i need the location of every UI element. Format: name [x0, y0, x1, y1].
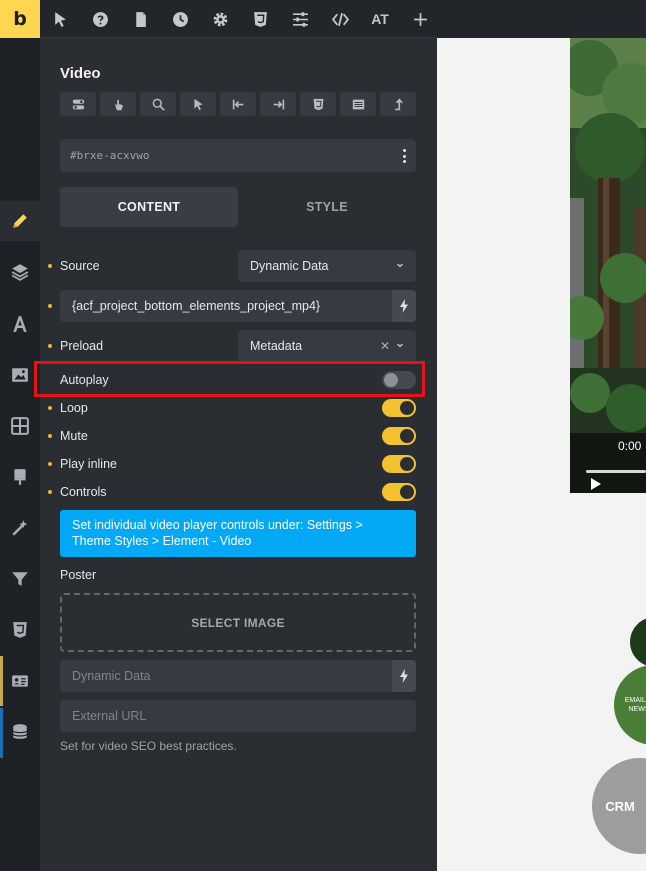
- poster-dynamic-placeholder: Dynamic Data: [72, 669, 151, 683]
- preload-value: Metadata: [250, 339, 303, 353]
- more-options-icon[interactable]: [402, 149, 406, 163]
- magic-wand-icon[interactable]: [0, 508, 40, 548]
- play-icon[interactable]: [591, 478, 601, 490]
- bolt-icon[interactable]: [392, 660, 416, 692]
- external-url-placeholder: External URL: [72, 709, 147, 723]
- seo-help-text: Set for video SEO best practices.: [60, 739, 237, 753]
- element-id-field[interactable]: #brxe-acxvwo: [60, 139, 416, 172]
- source-select[interactable]: Dynamic Data: [238, 250, 416, 282]
- help-icon[interactable]: [80, 0, 120, 38]
- mute-toggle[interactable]: [382, 427, 416, 445]
- video-dynamic-data-field[interactable]: {acf_project_bottom_elements_project_mp4…: [60, 290, 416, 322]
- modified-dot: [48, 264, 52, 268]
- bricks-logo[interactable]: b: [0, 0, 40, 38]
- code-icon[interactable]: [320, 0, 360, 38]
- autoplay-highlight-box: [34, 361, 425, 397]
- chevron-down-icon: [397, 263, 403, 268]
- panel-title: Video: [60, 65, 101, 82]
- element-actions-toolbar: [60, 92, 416, 116]
- id-card-icon[interactable]: [0, 661, 40, 701]
- grid-icon[interactable]: [0, 406, 40, 446]
- video-player[interactable]: [570, 38, 646, 493]
- canvas-preview: 0:00 EMAIL M NEWS CRM: [437, 38, 646, 871]
- advanced-themer-button[interactable]: AT: [360, 0, 400, 38]
- video-time: 0:00: [618, 439, 642, 453]
- modified-dot: [48, 344, 52, 348]
- search-icon[interactable]: [140, 92, 176, 116]
- chevron-down-icon: [397, 343, 403, 348]
- structure-list-icon[interactable]: [340, 92, 376, 116]
- play-inline-toggle[interactable]: [382, 455, 416, 473]
- database-icon[interactable]: [0, 712, 40, 752]
- paint-brush-icon[interactable]: [0, 457, 40, 497]
- video-progress-bar[interactable]: [586, 470, 646, 473]
- controls-toggle[interactable]: [382, 483, 416, 501]
- cursor-icon[interactable]: [40, 0, 80, 38]
- loop-label: Loop: [60, 401, 88, 415]
- pages-icon[interactable]: [120, 0, 160, 38]
- loop-toggle[interactable]: [382, 399, 416, 417]
- modified-dot: [48, 304, 52, 308]
- crm-bubble: CRM: [592, 758, 646, 854]
- dynamic-tag-value: {acf_project_bottom_elements_project_mp4…: [72, 299, 321, 313]
- pencil-icon[interactable]: [0, 201, 40, 241]
- level-up-icon[interactable]: [380, 92, 416, 116]
- element-settings-panel: Video #brxe-acxvwo CONTENT STYLE Source …: [40, 38, 437, 871]
- filter-icon[interactable]: [0, 559, 40, 599]
- tab-content[interactable]: CONTENT: [60, 187, 238, 227]
- plus-icon[interactable]: [400, 0, 440, 38]
- source-value: Dynamic Data: [250, 259, 329, 273]
- tab-style[interactable]: STYLE: [238, 187, 416, 227]
- typography-icon[interactable]: [0, 304, 40, 344]
- top-toolbar: b AT: [0, 0, 646, 38]
- element-css-icon[interactable]: [300, 92, 336, 116]
- external-url-field[interactable]: External URL: [60, 700, 416, 732]
- interactions-hand-icon[interactable]: [100, 92, 136, 116]
- email-news-bubble: EMAIL M NEWS: [614, 665, 646, 745]
- dark-green-bubble: [630, 617, 646, 667]
- bolt-icon[interactable]: [392, 290, 416, 322]
- css3-icon[interactable]: [240, 0, 280, 38]
- mute-label: Mute: [60, 429, 88, 443]
- controls-info-notice: Set individual video player controls und…: [60, 510, 416, 557]
- left-rail: [0, 38, 40, 871]
- preload-label: Preload: [60, 339, 104, 353]
- select-cursor-icon[interactable]: [180, 92, 216, 116]
- poster-dynamic-data-field[interactable]: Dynamic Data: [60, 660, 416, 692]
- sliders-icon[interactable]: [280, 0, 320, 38]
- history-icon[interactable]: [160, 0, 200, 38]
- layers-icon[interactable]: [0, 252, 40, 292]
- modified-dot: [48, 434, 52, 438]
- poster-label: Poster: [60, 568, 97, 582]
- play-inline-label: Play inline: [60, 457, 117, 471]
- toggle-settings-icon[interactable]: [60, 92, 96, 116]
- controls-label: Controls: [60, 485, 107, 499]
- clear-icon[interactable]: ✕: [380, 339, 390, 353]
- modified-dot: [48, 490, 52, 494]
- source-label: Source: [60, 259, 100, 273]
- modified-dot: [48, 462, 52, 466]
- element-id-text: #brxe-acxvwo: [70, 149, 150, 162]
- select-image-button[interactable]: SELECT IMAGE: [60, 593, 416, 652]
- move-left-icon[interactable]: [220, 92, 256, 116]
- forest-video-frame: [570, 38, 646, 493]
- modified-dot: [48, 406, 52, 410]
- css3-rail-icon[interactable]: [0, 610, 40, 650]
- move-right-icon[interactable]: [260, 92, 296, 116]
- preload-select[interactable]: Metadata ✕: [238, 330, 416, 362]
- settings-gear-icon[interactable]: [200, 0, 240, 38]
